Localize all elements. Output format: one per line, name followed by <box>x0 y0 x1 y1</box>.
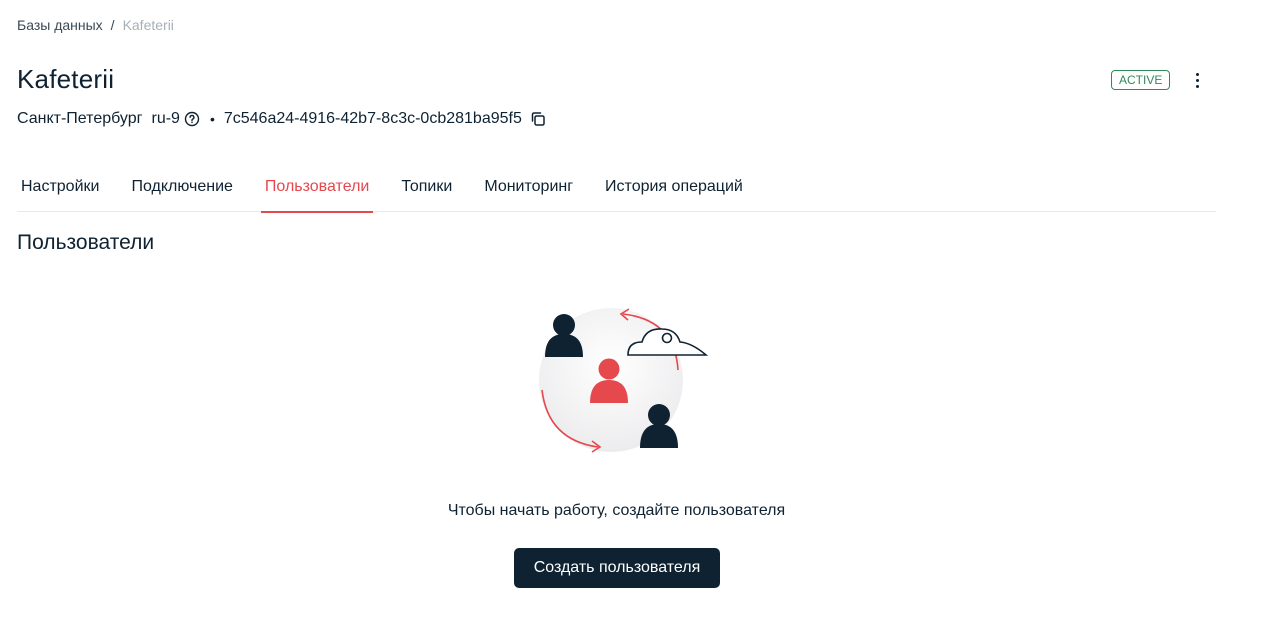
create-user-button[interactable]: Создать пользователя <box>514 548 720 588</box>
cluster-details: Санкт-Петербург ru-9 • 7c546a24-4916-42b… <box>17 108 547 130</box>
region-label: ru-9 <box>151 110 180 127</box>
tab-topics[interactable]: Топики <box>397 170 456 212</box>
more-options-button[interactable] <box>1187 68 1207 92</box>
users-cloud-illustration <box>530 300 720 460</box>
cluster-id: 7c546a24-4916-42b7-8c3c-0cb281ba95f5 <box>223 110 522 127</box>
empty-state-message: Чтобы начать работу, создайте пользовате… <box>447 502 786 519</box>
status-badge: ACTIVE <box>1111 70 1171 90</box>
breadcrumb-separator: / <box>110 17 115 33</box>
section-title: Пользователи <box>17 231 155 254</box>
breadcrumb: Базы данных / Kafeterii <box>17 17 174 33</box>
tabs-bar: Настройки Подключение Пользователи Топик… <box>17 170 1216 213</box>
more-vertical-icon <box>1195 72 1199 76</box>
breadcrumb-databases-link[interactable]: Базы данных <box>17 17 103 33</box>
separator-bullet: • <box>209 111 215 127</box>
copy-icon[interactable] <box>529 110 547 128</box>
tab-settings[interactable]: Настройки <box>17 170 103 212</box>
breadcrumb-current: Kafeterii <box>122 17 174 33</box>
page-title: Kafeterii <box>17 64 115 94</box>
tab-operations-history[interactable]: История операций <box>601 170 747 212</box>
city-label: Санкт-Петербург <box>17 110 143 127</box>
tab-connection[interactable]: Подключение <box>127 170 236 212</box>
tab-users[interactable]: Пользователи <box>260 170 374 213</box>
help-circle-icon[interactable] <box>184 111 200 127</box>
tab-monitoring[interactable]: Мониторинг <box>480 170 577 212</box>
